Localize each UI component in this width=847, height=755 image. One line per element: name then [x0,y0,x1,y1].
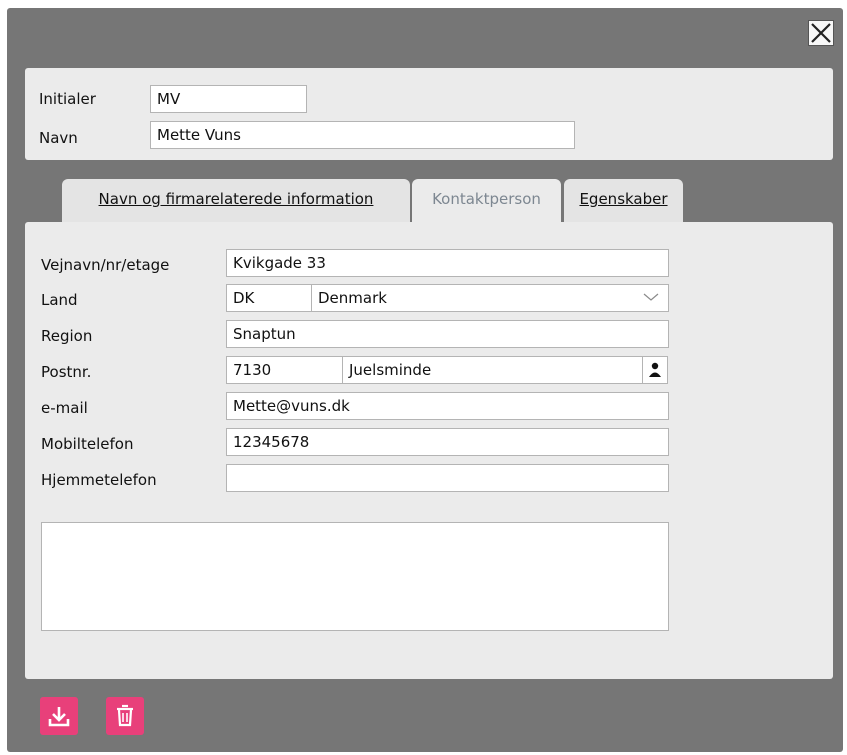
home-phone-label: Hjemmetelefon [41,471,157,489]
mobile-label: Mobiltelefon [41,435,134,453]
initials-label: Initialer [39,90,96,108]
delete-button[interactable] [106,697,144,735]
tab-properties-label: Egenskaber [579,190,668,208]
tab-company-info-label: Navn og firmarelaterede information [98,190,374,208]
postal-lookup-button[interactable] [642,356,668,384]
close-icon [811,23,831,43]
name-field[interactable]: Mette Vuns [150,121,575,149]
region-field[interactable]: Snaptun [226,320,669,348]
postal-code-field[interactable]: 7130 [226,356,343,384]
street-field[interactable]: Kvikgade 33 [226,249,669,277]
initials-field[interactable]: MV [150,85,307,113]
email-label: e-mail [41,399,88,417]
region-label: Region [41,327,93,345]
postal-label: Postnr. [41,363,92,381]
country-label: Land [41,291,78,309]
email-field[interactable]: Mette@vuns.dk [226,392,669,420]
tab-contact-person[interactable]: Kontaktperson [412,179,561,223]
chevron-down-icon [643,293,659,301]
home-phone-field[interactable] [226,464,669,492]
tab-contact-person-label: Kontaktperson [432,190,541,208]
identity-panel: Initialer MV Navn Mette Vuns [25,68,833,160]
download-icon [48,707,70,727]
save-button[interactable] [40,697,78,735]
city-field[interactable]: Juelsminde [342,356,643,384]
tab-properties[interactable]: Egenskaber [564,179,683,223]
dialog: Initialer MV Navn Mette Vuns Navn og fir… [7,8,843,752]
tab-company-info[interactable]: Navn og firmarelaterede information [62,179,410,223]
street-label: Vejnavn/nr/etage [41,256,170,274]
close-button[interactable] [808,20,834,46]
country-code-field[interactable]: DK [226,284,312,312]
person-lookup-icon [649,362,661,377]
name-label: Navn [39,129,78,147]
trash-icon [117,704,133,727]
notes-textarea[interactable] [41,522,669,631]
country-select-value: Denmark [318,289,387,307]
country-select[interactable]: Denmark [311,284,669,312]
mobile-field[interactable]: 12345678 [226,428,669,456]
